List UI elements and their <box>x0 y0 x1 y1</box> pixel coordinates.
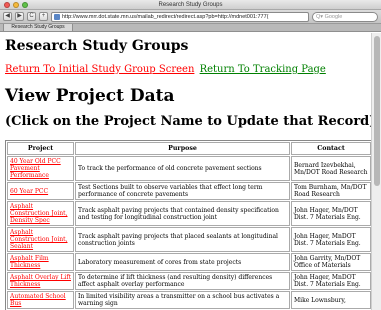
return-initial-link[interactable]: Return To Initial Study Group Screen <box>5 64 194 75</box>
project-cell: 40 Year Old PCC Pavement Performance <box>7 156 74 181</box>
project-link[interactable]: Asphalt Overlay Lift Thickness <box>10 274 71 288</box>
table-row: 60 Year PCC Test Sections built to obser… <box>7 182 371 200</box>
tab-research-study-groups[interactable]: Research Study Groups <box>3 24 73 32</box>
contact-cell: Mike Lownsbury, <box>291 291 371 309</box>
zoom-window-button[interactable] <box>22 2 28 8</box>
purpose-cell: Track asphalt paving projects that place… <box>75 227 290 252</box>
table-header-row: Project Purpose Contact <box>7 142 371 155</box>
vertical-scrollbar[interactable] <box>371 33 381 310</box>
address-bar[interactable]: http://www.mrr.dot.state.mn.us/mailab_re… <box>51 11 309 22</box>
close-window-button[interactable] <box>4 2 10 8</box>
minimize-window-button[interactable] <box>13 2 19 8</box>
table-row: Asphalt Construction Joint, Density Spec… <box>7 201 371 226</box>
table-row: Automated School Bus In limited visibili… <box>7 291 371 309</box>
address-bar-text: http://www.mrr.dot.state.mn.us/mailab_re… <box>62 13 269 20</box>
project-link[interactable]: Automated School Bus <box>10 293 66 307</box>
search-input[interactable]: Q▾ Google <box>312 11 378 22</box>
contact-cell: John Garrity, Mn/DOT Office of Materials <box>291 253 371 271</box>
project-link[interactable]: Asphalt Film Thickness <box>10 255 49 269</box>
contact-cell: John Hager, Mn/DOT Dist. 7 Materials Eng… <box>291 201 371 226</box>
back-button[interactable]: ◀ <box>3 12 12 21</box>
search-placeholder: Google <box>324 13 343 20</box>
return-tracking-link[interactable]: Return To Tracking Page <box>200 64 326 75</box>
window-titlebar: Research Study Groups <box>0 0 381 10</box>
project-link[interactable]: 40 Year Old PCC Pavement Performance <box>10 158 61 179</box>
column-header-contact: Contact <box>291 142 371 155</box>
purpose-cell: To determine if lift thickness (and resu… <box>75 272 290 290</box>
project-cell: Asphalt Construction Joint, Sealant <box>7 227 74 252</box>
table-row: 40 Year Old PCC Pavement Performance To … <box>7 156 371 181</box>
window-controls <box>4 2 28 8</box>
add-bookmark-button[interactable]: + <box>39 12 48 21</box>
contact-cell: Bernard Izevbekhai, Mn/DOT Road Research <box>291 156 371 181</box>
purpose-cell: To track the performance of old concrete… <box>75 156 290 181</box>
favicon-icon <box>54 13 60 20</box>
contact-cell: Tom Burnham, Mn/DOT Road Research <box>291 182 371 200</box>
purpose-cell: In limited visibility areas a transmitte… <box>75 291 290 309</box>
table-row: Asphalt Construction Joint, Sealant Trac… <box>7 227 371 252</box>
window-title: Research Study Groups <box>158 2 223 8</box>
contact-cell: John Hager, MnDOT Dist. 7 Materials Eng. <box>291 272 371 290</box>
purpose-cell: Track asphalt paving projects that conta… <box>75 201 290 226</box>
purpose-cell: Laboratory measurement of cores from sta… <box>75 253 290 271</box>
tab-strip: Research Study Groups <box>0 24 381 32</box>
scrollbar-thumb[interactable] <box>374 36 380 186</box>
forward-button[interactable]: ▶ <box>15 12 24 21</box>
page-content: Research Study Groups Return To Initial … <box>0 33 371 310</box>
browser-toolbar: ◀ ▶ C + http://www.mrr.dot.state.mn.us/m… <box>0 10 381 24</box>
project-cell: Automated School Bus <box>7 291 74 309</box>
project-cell: 60 Year PCC <box>7 182 74 200</box>
column-header-project: Project <box>7 142 74 155</box>
projects-table: Project Purpose Contact 40 Year Old PCC … <box>5 140 371 310</box>
view-project-heading: View Project Data <box>5 86 175 106</box>
project-cell: Asphalt Film Thickness <box>7 253 74 271</box>
project-link[interactable]: Asphalt Construction Joint, Sealant <box>10 229 67 250</box>
instruction-heading: (Click on the Project Name to Update tha… <box>5 114 371 129</box>
purpose-cell: Test Sections built to observe variables… <box>75 182 290 200</box>
project-link[interactable]: 60 Year PCC <box>10 188 48 195</box>
project-link[interactable]: Asphalt Construction Joint, Density Spec <box>10 203 67 224</box>
table-row: Asphalt Overlay Lift Thickness To determ… <box>7 272 371 290</box>
search-icon: Q▾ <box>316 13 325 20</box>
page-title: Research Study Groups <box>5 38 189 54</box>
contact-cell: John Hager, MnDOT Dist. 7 Materials Eng. <box>291 227 371 252</box>
table-row: Asphalt Film Thickness Laboratory measur… <box>7 253 371 271</box>
nav-links: Return To Initial Study Group Screen Ret… <box>5 64 371 76</box>
reload-button[interactable]: C <box>27 12 36 21</box>
project-cell: Asphalt Overlay Lift Thickness <box>7 272 74 290</box>
column-header-purpose: Purpose <box>75 142 290 155</box>
project-cell: Asphalt Construction Joint, Density Spec <box>7 201 74 226</box>
